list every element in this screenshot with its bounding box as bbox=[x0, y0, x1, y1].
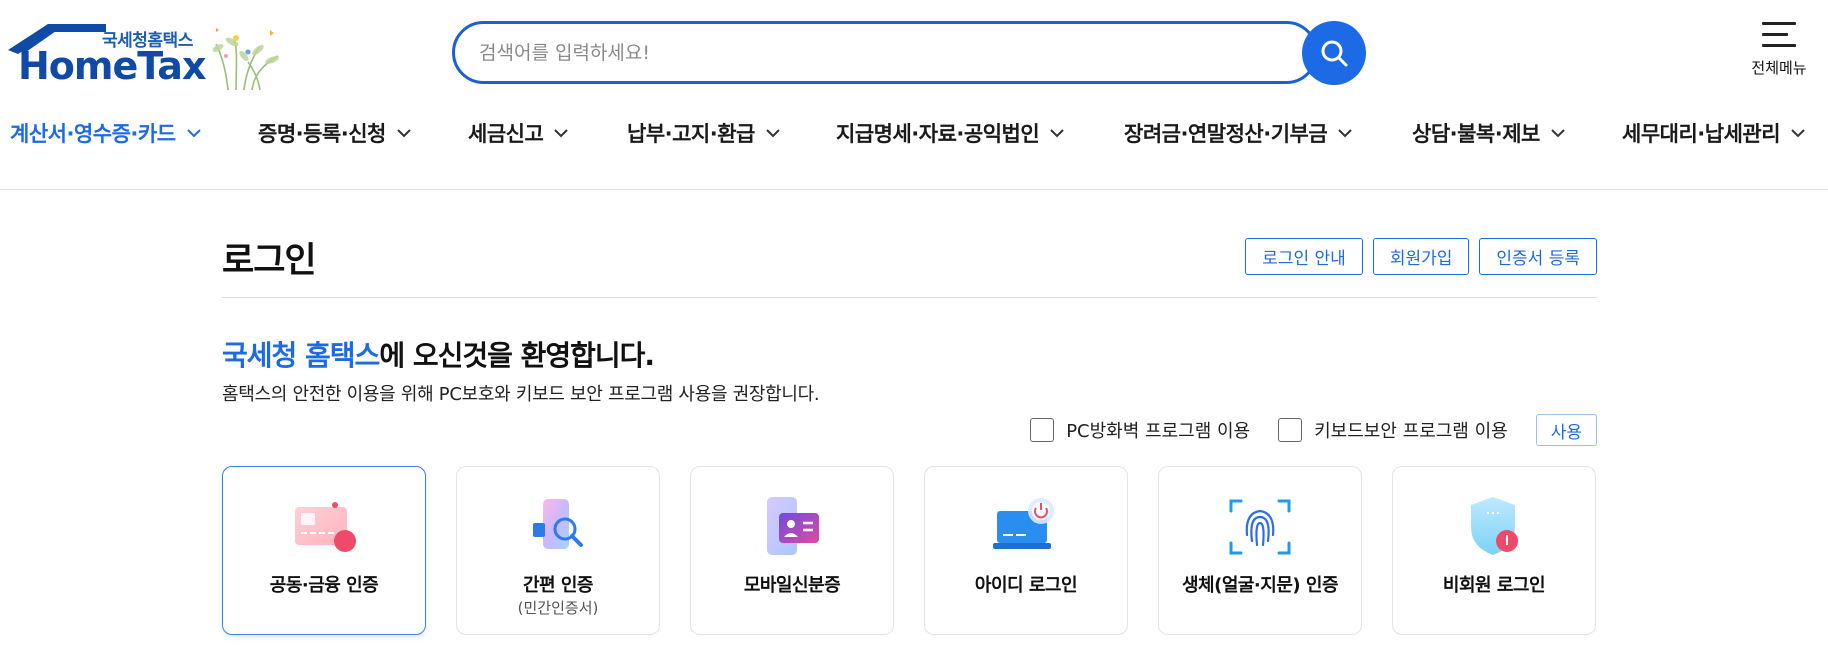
security-notice: 홈택스의 안전한 이용을 위해 PC보호와 키보드 보안 프로그램 사용을 권장… bbox=[222, 384, 820, 405]
hamburger-icon bbox=[1762, 22, 1796, 47]
security-options: PC방화벽 프로그램 이용 키보드보안 프로그램 이용 사용 bbox=[1030, 414, 1597, 446]
welcome-highlight: 국세청 홈택스 bbox=[222, 339, 380, 372]
login-method-biometric[interactable]: 생체(얼굴·지문) 인증 bbox=[1158, 466, 1362, 635]
nav-item-incentive-yearend[interactable]: 장려금·연말정산·기부금 bbox=[1124, 118, 1353, 148]
firewall-checkbox[interactable]: PC방화벽 프로그램 이용 bbox=[1030, 417, 1250, 443]
nav-item-label: 지급명세·자료·공익법인 bbox=[836, 122, 1040, 146]
nav-item-tax-agent[interactable]: 세무대리·납세관리 bbox=[1622, 118, 1806, 148]
all-menu-button[interactable]: 전체메뉴 bbox=[1748, 22, 1810, 86]
login-method-id-login[interactable]: 아이디 로그인 bbox=[924, 466, 1128, 635]
logo-title: HomeTax bbox=[18, 44, 206, 88]
chevron-down-icon bbox=[766, 129, 780, 138]
login-method-label: 공동·금융 인증 bbox=[269, 575, 379, 596]
nav-item-label: 계산서·영수증·카드 bbox=[10, 122, 176, 146]
chevron-down-icon bbox=[1338, 129, 1352, 138]
fingerprint-icon bbox=[1229, 499, 1291, 555]
login-method-non-member[interactable]: 비회원 로그인 bbox=[1392, 466, 1596, 635]
login-guide-button[interactable]: 로그인 안내 bbox=[1245, 238, 1363, 275]
nav-item-label: 상담·불복·제보 bbox=[1412, 122, 1540, 146]
welcome-heading: 국세청 홈택스에 오신것을 환영합니다. bbox=[222, 334, 655, 374]
chevron-down-icon bbox=[186, 129, 201, 138]
nav-item-consult-appeal[interactable]: 상담·불복·제보 bbox=[1412, 118, 1566, 148]
checkbox-box[interactable] bbox=[1278, 418, 1303, 442]
site-header: 국세청홈택스 HomeTax 검색어를 입력하세요! 전체메뉴 계산서·영수증·… bbox=[0, 0, 1828, 190]
simple-auth-icon bbox=[533, 499, 583, 549]
nav-item-payment-statement[interactable]: 지급명세·자료·공익법인 bbox=[836, 118, 1065, 148]
keyboard-security-checkbox[interactable]: 키보드보안 프로그램 이용 bbox=[1278, 417, 1508, 443]
search-input[interactable] bbox=[479, 38, 1239, 68]
page-title: 로그인 bbox=[222, 241, 317, 281]
nav-item-payment-refund[interactable]: 납부·고지·환급 bbox=[627, 118, 781, 148]
keyboard-security-label: 키보드보안 프로그램 이용 bbox=[1314, 421, 1508, 442]
search-button[interactable] bbox=[1302, 21, 1366, 85]
welcome-rest: 에 오신것을 환영합니다. bbox=[379, 339, 655, 372]
firewall-label: PC방화벽 프로그램 이용 bbox=[1066, 421, 1251, 442]
login-method-label: 생체(얼굴·지문) 인증 bbox=[1181, 575, 1339, 596]
login-method-label: 모바일신분증 bbox=[743, 575, 841, 596]
mobile-id-icon bbox=[767, 497, 819, 555]
nav-item-label: 장려금·연말정산·기부금 bbox=[1124, 122, 1328, 146]
search-icon bbox=[1321, 40, 1348, 67]
shield-icon bbox=[1471, 497, 1518, 555]
login-method-label: 비회원 로그인 bbox=[1442, 575, 1546, 596]
login-method-mobile-id[interactable]: 모바일신분증 bbox=[690, 466, 894, 635]
register-certificate-button[interactable]: 인증서 등록 bbox=[1479, 238, 1597, 275]
login-method-simple-auth[interactable]: 간편 인증 (민간인증서) bbox=[456, 466, 660, 635]
search-box bbox=[452, 21, 1318, 84]
chevron-down-icon bbox=[1791, 129, 1805, 138]
nav-item-label: 납부·고지·환급 bbox=[627, 122, 755, 146]
nav-item-label: 세금신고 bbox=[468, 122, 544, 146]
chevron-down-icon bbox=[397, 129, 411, 138]
login-method-label: 간편 인증 bbox=[522, 575, 594, 596]
nav-item-label: 세무대리·납세관리 bbox=[1622, 122, 1781, 146]
chevron-down-icon bbox=[1050, 129, 1064, 138]
nav-item-tax-filing[interactable]: 세금신고 bbox=[468, 118, 569, 148]
login-top-buttons: 로그인 안내 회원가입 인증서 등록 bbox=[1245, 238, 1597, 275]
certificate-card-icon bbox=[295, 502, 356, 552]
signup-button[interactable]: 회원가입 bbox=[1372, 238, 1470, 275]
chevron-down-icon bbox=[554, 129, 568, 138]
chevron-down-icon bbox=[1551, 129, 1565, 138]
title-divider bbox=[222, 297, 1597, 298]
plant-illustration-icon bbox=[212, 28, 279, 91]
use-button[interactable]: 사용 bbox=[1535, 414, 1597, 446]
laptop-login-icon bbox=[993, 498, 1054, 549]
nav-item-certificate-registration[interactable]: 증명·등록·신청 bbox=[258, 118, 412, 148]
checkbox-box[interactable] bbox=[1030, 418, 1055, 442]
all-menu-label: 전체메뉴 bbox=[1751, 59, 1807, 77]
hometax-logo[interactable]: 국세청홈택스 HomeTax bbox=[8, 22, 279, 92]
login-method-joint-financial-cert[interactable]: 공동·금융 인증 bbox=[222, 466, 426, 635]
nav-item-invoice-receipt-card[interactable]: 계산서·영수증·카드 bbox=[10, 118, 202, 148]
main-navigation: 계산서·영수증·카드 증명·등록·신청 세금신고 납부·고지·환급 지급명세·자… bbox=[0, 118, 1828, 158]
login-method-label: 아이디 로그인 bbox=[974, 575, 1078, 596]
nav-item-label: 증명·등록·신청 bbox=[258, 122, 386, 146]
login-method-list: 공동·금융 인증 간편 인증 (민간인증서) 모바일신분증 아이디 로그인 생체… bbox=[222, 466, 1626, 635]
login-method-sublabel: (민간인증서) bbox=[517, 599, 599, 617]
